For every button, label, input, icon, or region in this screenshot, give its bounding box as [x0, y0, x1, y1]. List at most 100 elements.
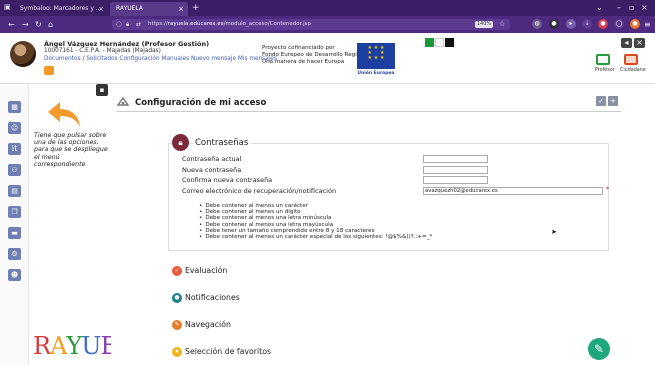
maximize-icon[interactable]: ▫ — [629, 2, 634, 14]
minimize-icon[interactable]: – — [617, 2, 621, 14]
back-arrow-icon[interactable] — [46, 100, 82, 128]
forward-icon[interactable]: → — [22, 19, 29, 30]
group-icon[interactable]: ⚇ — [8, 164, 21, 176]
current-password-input[interactable] — [423, 155, 488, 163]
previous-icon[interactable]: ◂ — [621, 38, 632, 48]
browser-menu-icon[interactable]: ▣ — [4, 2, 11, 13]
home-icon[interactable]: ⌂ — [48, 19, 53, 30]
passwords-title[interactable]: Contraseñas — [193, 138, 251, 148]
project-line: Fondo Europeo de Desarrollo Regional — [262, 51, 369, 58]
logout-icon[interactable]: × — [634, 38, 645, 48]
zoom-level[interactable]: 140% — [475, 21, 493, 28]
tab-rayuela[interactable]: RAYUELA × — [110, 2, 188, 16]
project-line: Proyecto cofinanciado por — [262, 45, 335, 51]
extension-icon[interactable]: ● — [598, 19, 608, 29]
menu-manuales[interactable]: Manuales — [162, 56, 190, 62]
text-icon[interactable]: it — [8, 143, 21, 155]
settings-icon[interactable]: ⚙ — [8, 248, 21, 260]
new-password-label: Nueva contraseña — [182, 166, 242, 174]
user-name: Ángel Vázquez Hernández (Profesor Gestió… — [44, 40, 210, 48]
section-label: Evaluación — [185, 266, 228, 275]
user-icon[interactable]: ☻ — [8, 269, 21, 281]
confirm-password-label: Confirma nueva contraseña — [182, 176, 273, 184]
white-square-icon — [435, 38, 444, 47]
close-tab-icon[interactable]: × — [178, 2, 184, 16]
back-icon[interactable]: ← — [8, 19, 15, 30]
firefox-icon[interactable]: ● — [630, 19, 640, 29]
config-title-icon — [117, 97, 129, 106]
confirm-password-input[interactable] — [423, 176, 488, 184]
navigation-icon: ✎ — [172, 320, 182, 330]
lock-icon[interactable]: 🔒︎ — [172, 134, 189, 151]
menu-icon[interactable]: ≡ — [644, 19, 651, 30]
password-rules: Debe contener al menos un carácter Debe … — [199, 203, 432, 240]
pocket-icon[interactable]: ◍ — [532, 19, 542, 29]
browser-tab-bar: ▣ Symbaloo: Marcadores y ... × RAYUELA ×… — [0, 0, 655, 16]
menu-separator: / — [82, 56, 85, 62]
message-icon[interactable] — [44, 66, 54, 75]
user-menu: Documentos / Solicitados Configuración M… — [44, 56, 277, 62]
extension-icon[interactable]: ● — [549, 19, 559, 29]
permissions-icon[interactable]: ⇄ — [136, 19, 141, 30]
tab-label: Symbaloo: Marcadores y ... — [20, 5, 102, 12]
new-password-input[interactable] — [423, 166, 488, 174]
media-icon[interactable]: ▸ — [566, 19, 576, 29]
password-rule: Debe contener al menos un carácter espec… — [199, 234, 432, 240]
menu-nuevo-mensaje[interactable]: Nuevo mensaje — [191, 56, 236, 62]
notification-icon: ● — [172, 293, 182, 303]
section-label: Notificaciones — [185, 293, 240, 302]
eu-caption: Unión Europea — [357, 71, 395, 76]
mouse-cursor-icon: ➤ — [551, 228, 557, 236]
url-bar[interactable]: ◌ 🔒︎ ⇄ https://rayuela.educarex.es/modul… — [112, 19, 510, 30]
required-mark: * — [606, 186, 609, 193]
avatar[interactable] — [10, 41, 36, 67]
menu-documentos[interactable]: Documentos — [44, 56, 81, 62]
role-label-profesor[interactable]: Profesor — [595, 68, 615, 73]
lock-icon[interactable]: 🔒︎ — [126, 19, 129, 30]
close-tab-icon[interactable]: × — [98, 2, 104, 16]
eu-flag-icon: ★ ★ ★ ★ ★ ★ ★ ★ — [357, 43, 395, 69]
section-label: Selección de favoritos — [185, 347, 272, 356]
recovery-email-input[interactable] — [423, 187, 603, 195]
close-window-icon[interactable]: × — [641, 2, 648, 14]
account-icon[interactable]: ◯ — [614, 19, 624, 29]
add-icon[interactable]: + — [608, 96, 618, 106]
ciudadano-role-icon[interactable] — [624, 54, 638, 65]
calendar-icon[interactable]: ▤ — [8, 185, 21, 197]
bookmark-star-icon[interactable]: ☆ — [499, 19, 505, 30]
page-title: Configuración de mi acceso — [135, 98, 267, 108]
camera-icon[interactable]: ▪ — [96, 84, 108, 96]
help-text: Tiene que pulsar sobre una de las opcion… — [34, 132, 108, 168]
documents-icon[interactable]: ❐ — [8, 206, 21, 218]
recovery-email-label: Correo electrónico de recuperación/notif… — [182, 187, 337, 195]
tab-list-icon[interactable]: ⌄ — [596, 2, 603, 14]
role-label-ciudadano[interactable]: Ciudadano — [620, 68, 646, 73]
downloads-icon[interactable]: ⇣ — [582, 19, 592, 29]
title-divider — [116, 111, 621, 112]
save-check-icon[interactable]: ✓ — [596, 96, 606, 106]
menu-solicitados[interactable]: Solicitados — [86, 56, 117, 62]
shield-icon[interactable]: ◌ — [116, 19, 122, 30]
current-password-label: Contraseña actual — [182, 155, 242, 163]
messages-icon[interactable]: ▬ — [8, 227, 21, 239]
reload-icon[interactable]: ↻ — [35, 19, 42, 30]
menu-configuracion[interactable]: Configuración — [119, 56, 159, 62]
new-tab-icon[interactable]: + — [192, 2, 200, 14]
left-sidebar: ▦ ☺ it ⚇ ▤ ❐ ▬ ⚙ ☻ — [0, 84, 29, 365]
black-square-icon — [445, 38, 454, 47]
user-center: 10007161 - C.E.P.A. - Majadas (Majadas) — [44, 48, 161, 54]
evaluation-icon: ✓ — [172, 266, 182, 276]
tab-label: RAYUELA — [116, 5, 143, 12]
browser-nav-bar: ← → ↻ ⌂ ◌ 🔒︎ ⇄ https://rayuela.educarex.… — [0, 16, 655, 33]
favorites-icon: ★ — [172, 347, 182, 357]
profesor-role-icon[interactable] — [596, 54, 610, 65]
green-square-icon — [425, 38, 434, 47]
app-header: Ángel Vázquez Hernández (Profesor Gestió… — [0, 33, 655, 84]
edit-fab-icon[interactable]: ✎ — [588, 338, 610, 360]
student-icon[interactable]: ☺ — [8, 122, 21, 134]
school-icon[interactable]: ▦ — [8, 101, 21, 113]
section-label: Navegación — [185, 320, 231, 329]
project-line: Una manera de hacer Europa — [262, 58, 345, 65]
url-text[interactable]: https://rayuela.educarex.es/modulo_acces… — [148, 19, 311, 30]
tab-symbaloo[interactable]: Symbaloo: Marcadores y ... × — [14, 2, 108, 16]
